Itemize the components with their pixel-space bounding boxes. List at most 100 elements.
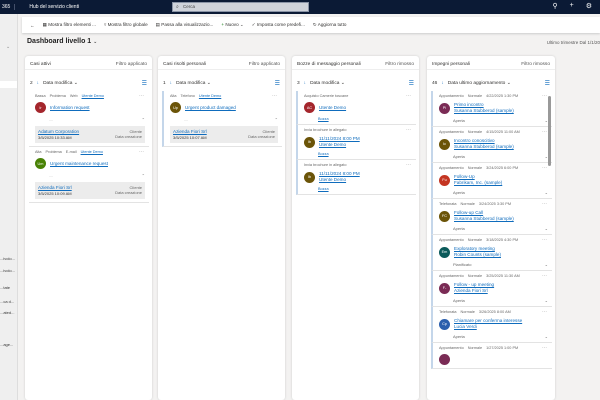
status-link[interactable]: Bozza	[318, 117, 412, 121]
expand-icon[interactable]: ⌄	[545, 298, 548, 303]
expand-icon[interactable]: ⌄	[545, 262, 548, 267]
owner-link[interactable]: Utente Demo	[81, 150, 103, 154]
more-options-icon[interactable]: ⋯	[542, 129, 547, 135]
more-options-icon[interactable]: ⋯	[542, 93, 547, 99]
filter-status: Filtro applicato	[248, 62, 280, 67]
record-link[interactable]: Utente Demo	[319, 177, 360, 183]
column-title[interactable]: Casi risolti personali	[163, 62, 206, 69]
sort-field-dropdown[interactable]: Data modifica ⌄	[176, 81, 211, 86]
avatar: Um	[35, 158, 46, 169]
record-link[interactable]: Azienda Fiori Srl	[454, 288, 494, 294]
record-link[interactable]: Utente Demo	[319, 105, 346, 111]
record-link[interactable]: Fabrikam, Inc. (sample)	[454, 180, 502, 186]
sidebar-selected-item[interactable]	[0, 81, 17, 88]
app-launcher-logo[interactable]: 365	[0, 4, 10, 10]
list-item[interactable]: Appuntamento Normale 3/18/2025 4:30 PM ⋯ Em E…	[431, 235, 552, 271]
list-item[interactable]: Invia brochure in allegato ⋯ Ib 11/11/2024 …	[296, 160, 416, 195]
sidebar-item[interactable]: ...age...	[0, 342, 18, 347]
expand-icon[interactable]: ⌄	[545, 334, 548, 339]
sidebar-item[interactable]: ...ated...	[0, 310, 18, 315]
more-options-icon[interactable]: ⋯	[272, 93, 277, 99]
sidebar-item[interactable]: ...tate	[0, 285, 18, 290]
list-item[interactable]: Bassa Problema Web Utente Demo ⋯ Ir Informatio…	[29, 91, 149, 147]
show-global-filter-button[interactable]: ▿ Mostra filtro globale	[104, 22, 148, 28]
sidebar-item[interactable]: ...ivolo...	[0, 268, 18, 273]
list-item[interactable]: Acquisto Camerie toscane ⋯ AC Utente Demo Bo…	[296, 91, 416, 125]
switch-view-button[interactable]: ▤ Passa alla visualizzazio...	[156, 22, 214, 28]
settings-icon[interactable]: ⚙	[586, 2, 592, 10]
record-link[interactable]: Susanna Stubberod (sample)	[454, 144, 514, 150]
page-title[interactable]: Dashboard livello 1 ⌄	[27, 38, 97, 45]
sort-arrow-icon[interactable]: ↓	[37, 81, 39, 86]
list-item[interactable]: Invia brochure in allegato ⋯ Ib 11/11/2024 …	[296, 125, 416, 160]
more-options-icon[interactable]: ⋯	[406, 127, 411, 133]
status-link[interactable]: Bozza	[318, 187, 412, 191]
back-button[interactable]: ←	[30, 23, 35, 28]
record-link[interactable]: Utente Demo	[319, 142, 360, 148]
expand-icon[interactable]: ⌄	[545, 190, 548, 195]
column-title[interactable]: Casi attivi	[30, 62, 51, 69]
column-title[interactable]: Bozze di messaggio personali	[297, 62, 361, 69]
list-item[interactable]: Appuntamento Normale 1/27/2025 1:00 PM ⋯	[431, 343, 552, 369]
owner-link[interactable]: Utente Demo	[199, 94, 221, 98]
record-title-link[interactable]: Information request	[50, 105, 90, 111]
list-item[interactable]: Telefonata Normale 3/26/2025 8:00 AM ⋯ Cp Chi…	[431, 307, 552, 343]
scrollbar[interactable]	[548, 96, 551, 166]
refresh-all-button[interactable]: ↻ Aggiorna tutto	[313, 22, 346, 28]
collapse-icon[interactable]: ⌃	[275, 117, 278, 122]
lightbulb-icon[interactable]: ⚲	[552, 2, 557, 10]
more-options-icon[interactable]: ⋯	[542, 237, 547, 243]
sidebar-item[interactable]: ...ivolo...	[0, 256, 18, 261]
more-options-icon[interactable]: ⋯	[139, 149, 144, 155]
collapse-icon[interactable]: ⌃	[142, 173, 145, 178]
view-options-icon[interactable]: ☰	[409, 80, 414, 87]
sort-arrow-icon[interactable]: ↓	[304, 81, 306, 86]
record-link[interactable]: Robin Counts (sample)	[454, 252, 501, 258]
status-link[interactable]: Bozza	[318, 152, 412, 156]
more-options-icon[interactable]: ⋯	[542, 165, 547, 171]
more-options-icon[interactable]: ⋯	[139, 93, 144, 99]
record-link[interactable]: Lucia Verdi	[454, 324, 522, 330]
more-options-icon[interactable]: ⋯	[406, 93, 411, 99]
more-options-icon[interactable]: ⋯	[542, 273, 547, 279]
filter-status: Filtro rimosso	[521, 62, 550, 67]
chevron-down-icon[interactable]: ⌄	[6, 44, 10, 50]
list-item[interactable]: Appuntamento Normale 3/24/2025 6:00 PM ⋯ Fu F…	[431, 163, 552, 199]
more-options-icon[interactable]: ⋯	[542, 309, 547, 315]
more-options-icon[interactable]: ⋯	[542, 201, 547, 207]
plus-icon[interactable]: +	[570, 2, 574, 10]
view-options-icon[interactable]: ☰	[142, 80, 147, 87]
more-options-icon[interactable]: ⋯	[406, 162, 411, 168]
show-item-filter-button[interactable]: ▦ Mostra filtro elementi ...	[43, 22, 96, 28]
record-title-link[interactable]: Urgent product damaged	[185, 105, 236, 111]
sort-field-dropdown[interactable]: Data modifica ⌄	[310, 81, 345, 86]
sidebar-item[interactable]: ...ca d...	[0, 299, 18, 304]
column-title[interactable]: Impegni personali	[432, 62, 470, 69]
list-item[interactable]: Alta Problema E-mail Utente Demo ⋯ Um Urgent m…	[29, 147, 149, 203]
collapse-icon[interactable]: ⌃	[142, 117, 145, 122]
sort-arrow-icon[interactable]: ↓	[441, 81, 443, 86]
view-options-icon[interactable]: ☰	[545, 80, 550, 87]
set-default-button[interactable]: ✓ Imposta come predefi...	[252, 22, 305, 28]
expand-icon[interactable]: ⌄	[545, 226, 548, 231]
list-item[interactable]: Appuntamento Normale 4/15/2025 11:00 AM ⋯ Ic…	[431, 127, 552, 163]
meta-field: E-mail	[65, 150, 77, 154]
list-item[interactable]: Alta Telefono Utente Demo ⋯ Up Urgent product…	[162, 91, 282, 147]
list-item[interactable]: Appuntamento Normale 4/22/2025 1:30 PM ⋯ Pi P…	[431, 91, 552, 127]
record-title-link[interactable]: Urgent maintenance request	[50, 161, 108, 167]
sort-field-dropdown[interactable]: Data ultimo aggiornamento ⌄	[448, 81, 511, 86]
list-item[interactable]: Telefonata Normale 3/24/2025 3:30 PM ⋯ FC Fol…	[431, 199, 552, 235]
app-title[interactable]: Hub del servizio clienti	[14, 4, 79, 10]
record-link[interactable]: Susanna Stubberod (sample)	[454, 108, 514, 114]
record-link[interactable]: Susanna Stubberod (sample)	[454, 216, 514, 222]
search-input[interactable]: Cerca	[172, 2, 309, 12]
owner-link[interactable]: Utente Demo	[82, 94, 104, 98]
sort-arrow-icon[interactable]: ↓	[170, 81, 172, 86]
list-item[interactable]: Appuntamento Normale 3/25/2025 11:30 AM ⋯ F-…	[431, 271, 552, 307]
sort-field-dropdown[interactable]: Data modifica ⌄	[43, 81, 78, 86]
view-options-icon[interactable]: ☰	[275, 80, 280, 87]
more-options-icon[interactable]: ⋯	[542, 345, 547, 351]
new-button[interactable]: + Nuovo ⌄	[221, 22, 243, 28]
avatar: Ir	[35, 102, 46, 113]
meta-field: Telefono	[180, 94, 195, 98]
